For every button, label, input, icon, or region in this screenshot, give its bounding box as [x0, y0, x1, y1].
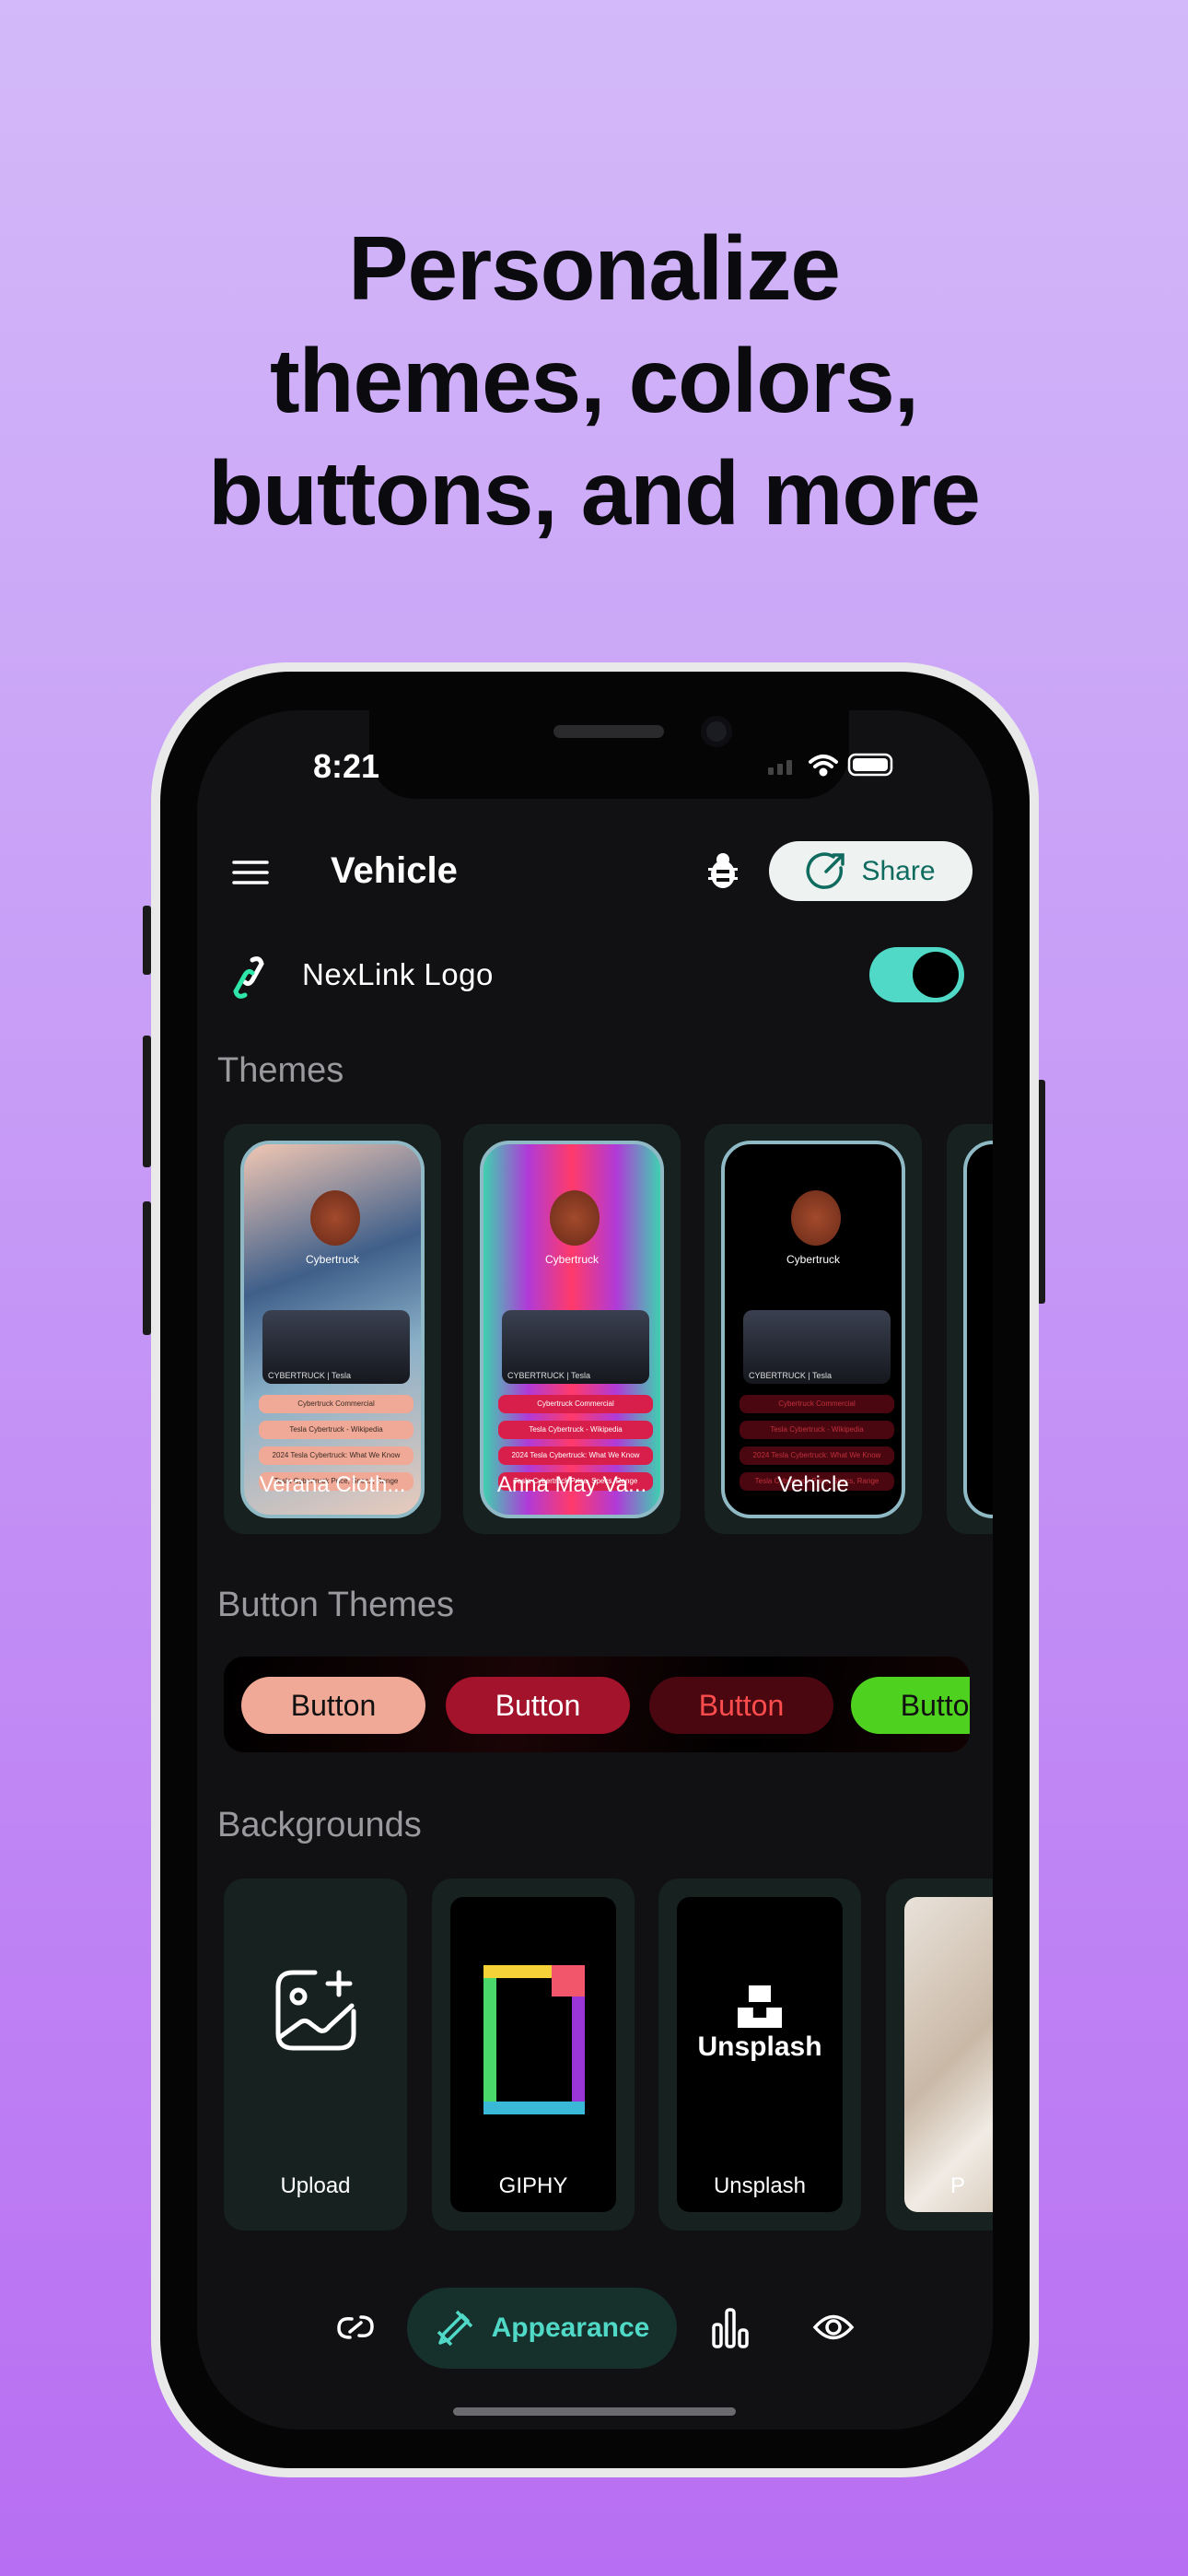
phone-volume-up — [143, 1036, 151, 1167]
theme-link: Tesla Cybertruck - Wikipedia — [740, 1421, 894, 1439]
theme-label: Vehicle — [777, 1472, 849, 1497]
logo-row-label: NexLink Logo — [302, 957, 494, 991]
button-theme-4[interactable]: Button — [851, 1677, 970, 1734]
link-logo-icon — [233, 956, 264, 999]
status-icons — [768, 753, 893, 777]
theme-link: Tesla Cybertruck - Wikipedia — [498, 1421, 653, 1439]
theme-link: Tesla Cybertruck - Wikipedia — [259, 1421, 413, 1439]
theme-link: Cybertruck Commercial — [498, 1395, 653, 1413]
background-giphy[interactable]: GIPHY — [432, 1879, 635, 2231]
wifi-icon — [809, 755, 838, 777]
headline-line: buttons, and more — [208, 442, 981, 544]
button-themes-strip: Button Button Button Button — [224, 1657, 970, 1752]
unsplash-logo — [749, 1985, 771, 2002]
theme-link: 2024 Tesla Cybertruck: What We Know — [498, 1446, 653, 1465]
signal-icon — [768, 760, 792, 775]
theme-link: 2024 Tesla Cybertruck: What We Know — [259, 1446, 413, 1465]
nav-appearance[interactable]: Appearance — [407, 2288, 677, 2369]
phone-volume-down — [143, 1201, 151, 1335]
backgrounds-title: Backgrounds — [217, 1806, 422, 1844]
theme-label: Verana Cloth... — [259, 1472, 406, 1497]
home-indicator — [453, 2407, 736, 2416]
button-theme-3[interactable]: Button — [649, 1677, 833, 1734]
logo-toggle[interactable] — [869, 947, 964, 1002]
app-screen: 8:21 Vehicle Share NexLink Logo Themes C… — [197, 710, 993, 2430]
share-button[interactable]: Share — [769, 841, 973, 901]
theme-link: Cybertruck Commercial — [740, 1395, 894, 1413]
image-add-icon — [275, 1970, 356, 2051]
battery-icon — [847, 753, 893, 777]
toggle-knob — [913, 952, 959, 998]
share-icon — [807, 851, 845, 889]
nav-appearance-label: Appearance — [491, 2313, 650, 2343]
bug-icon[interactable] — [706, 851, 740, 890]
paintbrush-icon — [437, 2310, 472, 2347]
background-label: P — [950, 2173, 966, 2198]
themes-title: Themes — [217, 1051, 344, 1090]
background-upload[interactable]: Upload — [224, 1879, 407, 2231]
background-label: GIPHY — [498, 2173, 568, 2198]
theme-link: 2024 Tesla Cybertruck: What We Know — [740, 1446, 894, 1465]
camera — [701, 716, 732, 747]
headline: Personalize themes, colors, buttons, and… — [0, 212, 1188, 549]
theme-card-more[interactable] — [947, 1124, 993, 1534]
page-title: Vehicle — [331, 850, 458, 891]
headline-line: Personalize — [348, 217, 841, 319]
theme-link: Cybertruck Commercial — [259, 1395, 413, 1413]
theme-card-anna-may[interactable]: Cybertruck CYBERTRUCK | Tesla Cybertruck… — [463, 1124, 681, 1534]
share-label: Share — [861, 855, 936, 886]
bar-chart-icon[interactable] — [710, 2306, 751, 2348]
background-label: Upload — [280, 2173, 351, 2198]
button-themes-title: Button Themes — [217, 1586, 455, 1624]
link-icon[interactable] — [335, 2312, 376, 2343]
status-time: 8:21 — [313, 747, 380, 785]
button-theme-1[interactable]: Button — [241, 1677, 425, 1734]
background-unsplash[interactable]: Unsplash Unsplash — [658, 1879, 861, 2231]
button-theme-2[interactable]: Button — [446, 1677, 630, 1734]
headline-line: themes, colors, — [270, 330, 919, 431]
hamburger-icon[interactable] — [232, 860, 269, 885]
background-label: Unsplash — [713, 2173, 807, 2198]
eye-icon[interactable] — [812, 2312, 855, 2343]
phone-silent-switch — [143, 906, 151, 975]
theme-label: Anna May Va... — [496, 1472, 647, 1497]
background-pattern[interactable]: P — [886, 1879, 993, 2231]
theme-card-vehicle[interactable]: Cybertruck CYBERTRUCK | Tesla Cybertruck… — [705, 1124, 922, 1534]
theme-card-verana[interactable]: Cybertruck CYBERTRUCK | Tesla Cybertruck… — [224, 1124, 441, 1534]
